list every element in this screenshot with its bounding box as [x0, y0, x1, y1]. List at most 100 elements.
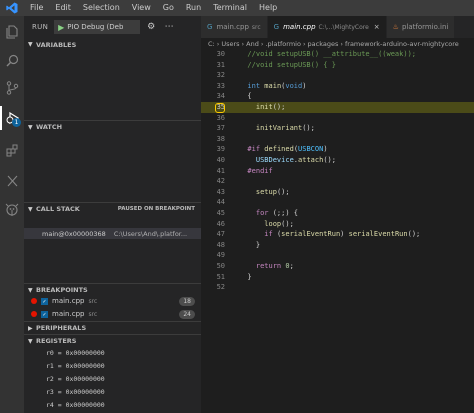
extensions-icon[interactable]: [0, 138, 24, 162]
breakpoints-title: BREAKPOINTS: [36, 286, 88, 294]
menu-item-help[interactable]: Help: [253, 0, 283, 16]
code-line[interactable]: 32: [201, 70, 474, 81]
register-row[interactable]: r3 = 0x00000000: [24, 386, 201, 398]
search-icon[interactable]: [0, 48, 24, 72]
line-number: 44: [216, 198, 225, 207]
code-line[interactable]: 50 return 0;: [201, 261, 474, 272]
menu-item-view[interactable]: View: [126, 0, 157, 16]
code-line[interactable]: 44: [201, 197, 474, 208]
code-line[interactable]: 42: [201, 176, 474, 187]
code-line[interactable]: 51 }: [201, 272, 474, 283]
code-editor[interactable]: 30 //void setupUSB() __attribute__((weak…: [201, 49, 474, 413]
code-text: //void setupUSB() __attribute__((weak));: [239, 49, 416, 60]
tab-platformio-ini[interactable]: ♨ platformio.ini: [386, 16, 456, 38]
breadcrumb-item[interactable]: And: [246, 40, 259, 48]
code-token: initVariant: [239, 124, 303, 133]
menu-item-edit[interactable]: Edit: [49, 0, 77, 16]
line-number: 48: [216, 240, 225, 249]
line-number: 32: [216, 71, 225, 80]
platformio-icon[interactable]: [0, 198, 24, 222]
code-line[interactable]: 40 USBDevice.attach();: [201, 155, 474, 166]
code-line[interactable]: 52: [201, 282, 474, 293]
current-line[interactable]: 35 init();: [201, 102, 474, 113]
breakpoint-checkbox[interactable]: ✓: [41, 297, 48, 305]
code-line[interactable]: 34 {: [201, 91, 474, 102]
code-line[interactable]: 36: [201, 113, 474, 124]
menu-item-terminal[interactable]: Terminal: [207, 0, 253, 16]
tab-label: platformio.ini: [401, 23, 449, 31]
code-token: ();: [323, 156, 336, 164]
code-line[interactable]: 47 if (serialEventRun) serialEventRun();: [201, 229, 474, 240]
frame-function: main@0x00000368: [42, 229, 106, 238]
menu-item-selection[interactable]: Selection: [77, 0, 126, 16]
menu-item-run[interactable]: Run: [180, 0, 207, 16]
tab-main-cpp-src[interactable]: G main.cpp src: [201, 16, 268, 38]
code-token: for: [239, 209, 273, 217]
call-stack-frame[interactable]: main@0x00000368 C:\Users\And\.platfor...: [24, 228, 201, 239]
code-line[interactable]: 37 initVariant();: [201, 123, 474, 134]
register-row[interactable]: r2 = 0x00000000: [24, 373, 201, 385]
breadcrumb-item[interactable]: .platformio: [265, 40, 300, 48]
code-line[interactable]: 41 #endif: [201, 166, 474, 177]
code-line[interactable]: 33 int main(void): [201, 81, 474, 92]
code-text: initVariant();: [239, 123, 315, 134]
breadcrumb-separator-icon: ›: [216, 39, 220, 48]
line-number: 39: [216, 145, 225, 154]
breadcrumb-item[interactable]: C:: [208, 40, 215, 48]
line-number: 45: [216, 209, 225, 217]
code-text: if (serialEventRun) serialEventRun();: [239, 229, 420, 240]
debug-config-label: PIO Debug (Deb: [67, 23, 124, 31]
test-icon[interactable]: [0, 168, 24, 192]
watch-section-header[interactable]: ▼ WATCH: [24, 120, 201, 133]
code-token: ();: [407, 230, 421, 239]
tab-dir: C:\...\MightyCore: [318, 23, 369, 31]
code-line[interactable]: 49: [201, 250, 474, 261]
register-row[interactable]: r0 = 0x00000000: [24, 347, 201, 359]
code-line[interactable]: 31 //void setupUSB() { }: [201, 60, 474, 71]
breadcrumb-item[interactable]: packages: [308, 40, 339, 48]
debug-config-select[interactable]: ▶ PIO Debug (Deb: [54, 20, 141, 34]
breakpoint-checkbox[interactable]: ✓: [41, 310, 48, 318]
code-token: ();: [281, 219, 294, 228]
tab-main-cpp-mightycore[interactable]: G main.cpp C:\...\MightyCore ×: [267, 16, 387, 38]
code-text: for (;;) {: [239, 208, 298, 219]
code-token: if: [239, 230, 277, 239]
code-line[interactable]: 45 for (;;) {: [201, 208, 474, 219]
start-debugging-icon[interactable]: ▶: [58, 23, 64, 32]
settings-gear-icon[interactable]: ⚙: [144, 20, 158, 34]
code-text: setup();: [239, 187, 290, 198]
peripherals-section-header[interactable]: ▶ PERIPHERALS: [24, 321, 201, 334]
code-line[interactable]: 48 }: [201, 240, 474, 251]
code-line[interactable]: 46 loop();: [201, 219, 474, 230]
call-stack-section-header[interactable]: ▼ CALL STACK PAUSED ON BREAKPOINT: [24, 202, 201, 215]
menu-item-go[interactable]: Go: [157, 0, 180, 16]
register-row[interactable]: r4 = 0x00000000: [24, 399, 201, 411]
breakpoint-dot-icon: [31, 298, 37, 304]
variables-section-header[interactable]: ▼ VARIABLES: [24, 38, 201, 51]
code-token: ();: [276, 187, 290, 196]
more-actions-icon[interactable]: ⋯: [162, 20, 176, 34]
breakpoint-item[interactable]: ✓ main.cpp src 18: [24, 295, 201, 307]
line-number: 36: [216, 113, 225, 122]
breadcrumb-item[interactable]: Users: [221, 40, 239, 48]
code-line[interactable]: 39 #if defined(USBCON): [201, 144, 474, 155]
close-icon[interactable]: ×: [374, 23, 380, 31]
breadcrumb: C: › Users › And › .platformio › packages › framew…: [201, 38, 474, 49]
registers-section-header[interactable]: ▼ REGISTERS: [24, 334, 201, 347]
code-line[interactable]: 30 //void setupUSB() __attribute__((weak…: [201, 49, 474, 60]
breakpoint-item[interactable]: ✓ main.cpp src 24: [24, 308, 201, 320]
breadcrumb-item[interactable]: framework-arduino-avr-mightycore: [345, 40, 459, 48]
code-line[interactable]: 38: [201, 134, 474, 145]
source-control-icon[interactable]: [0, 76, 24, 100]
register-row[interactable]: r1 = 0x00000000: [24, 360, 201, 372]
breakpoint-file: main.cpp: [52, 310, 85, 318]
menu-item-file[interactable]: File: [24, 0, 49, 16]
platformio-file-icon: ♨: [392, 23, 399, 31]
code-line[interactable]: 43 setup();: [201, 187, 474, 198]
line-number: 30: [216, 50, 225, 58]
run-debug-panel: RUN ▶ PIO Debug (Deb ⚙ ⋯ ▼ VARIABLES ▼ W…: [24, 16, 201, 413]
run-debug-icon[interactable]: 1: [0, 106, 24, 130]
chevron-down-icon: ▼: [28, 337, 33, 345]
breakpoint-line: 24: [179, 309, 195, 319]
explorer-icon[interactable]: [0, 20, 24, 44]
